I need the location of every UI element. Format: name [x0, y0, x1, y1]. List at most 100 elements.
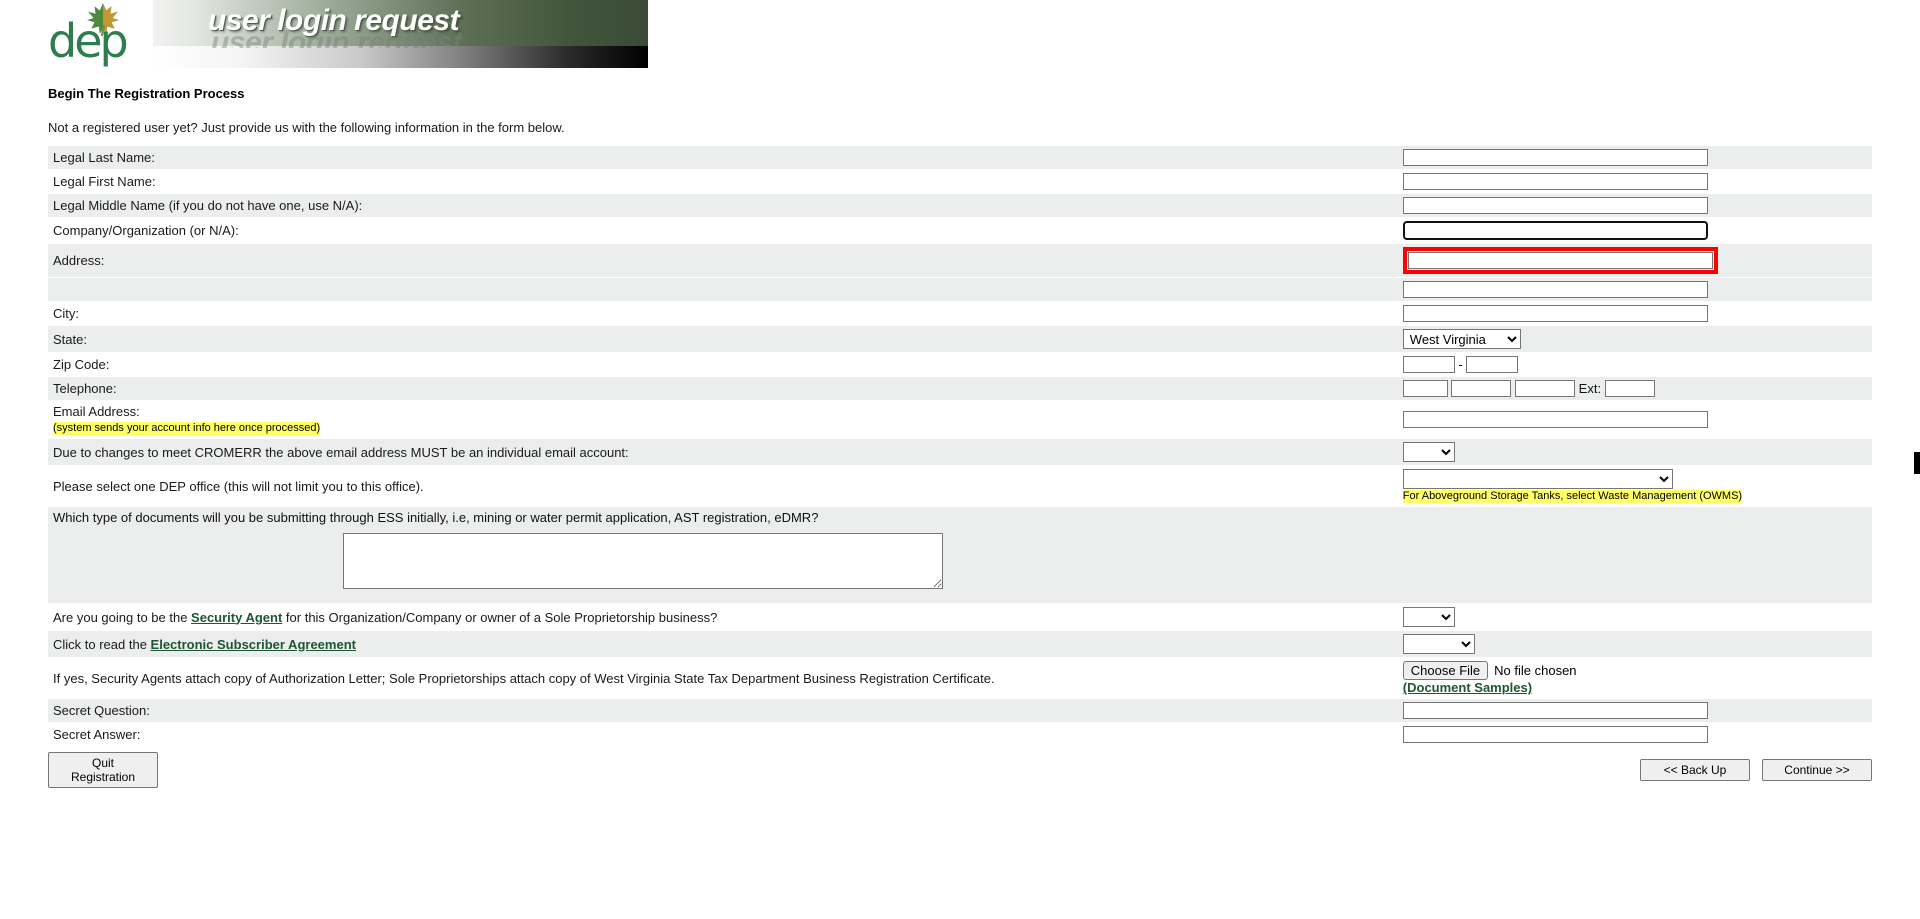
label-security-agent: Are you going to be the Security Agent f… — [48, 603, 1401, 631]
label-state: State: — [48, 325, 1401, 353]
security-agent-label-post: for this Organization/Company or owner o… — [282, 609, 718, 625]
cell-doc-types: Which type of documents will you be subm… — [48, 506, 1872, 604]
row-dep-office: Please select one DEP office (this will … — [48, 465, 1872, 507]
cell-address-line1 — [1400, 243, 1872, 278]
label-secret-answer: Secret Answer: — [48, 722, 1401, 747]
secret-answer-input[interactable] — [1402, 726, 1708, 743]
logo-wordmark: dep — [48, 14, 129, 68]
telephone-area-input[interactable] — [1402, 380, 1448, 397]
row-legal-first-name: Legal First Name: — [48, 169, 1872, 194]
address-highlight-box — [1402, 247, 1718, 274]
label-email: Email Address: (system sends your accoun… — [48, 400, 1401, 439]
row-doc-types: Which type of documents will you be subm… — [48, 506, 1872, 604]
email-label-text: Email Address: — [53, 404, 140, 419]
cromerr-select[interactable] — [1402, 442, 1455, 462]
cell-attachment: Choose File No file chosen (Document Sam… — [1400, 657, 1872, 699]
cell-city — [1400, 301, 1872, 326]
label-legal-last-name: Legal Last Name: — [48, 146, 1401, 170]
telephone-ext-label: Ext: — [1578, 381, 1602, 396]
row-telephone: Telephone: Ext: — [48, 376, 1872, 401]
state-select[interactable]: West Virginia — [1402, 329, 1521, 349]
site-banner: user login request user login request de… — [48, 0, 648, 70]
back-up-button[interactable]: << Back Up — [1640, 759, 1750, 781]
cell-legal-middle-name — [1400, 193, 1872, 218]
cell-cromerr — [1400, 438, 1872, 466]
telephone-prefix-input[interactable] — [1451, 380, 1512, 397]
doc-types-textarea-wrap — [53, 525, 1233, 600]
row-email: Email Address: (system sends your accoun… — [48, 400, 1872, 439]
row-legal-middle-name: Legal Middle Name (if you do not have on… — [48, 193, 1872, 218]
row-city: City: — [48, 301, 1872, 326]
esa-label-pre: Click to read the — [53, 636, 151, 652]
zip-plus4-input[interactable] — [1466, 356, 1519, 373]
telephone-ext-input[interactable] — [1604, 380, 1655, 397]
cell-address-line2 — [1400, 277, 1872, 302]
legal-middle-name-input[interactable] — [1402, 197, 1708, 214]
cell-telephone: Ext: — [1400, 376, 1872, 401]
legal-last-name-input[interactable] — [1402, 149, 1708, 166]
navigation-buttons: << Back Up Continue >> — [1640, 759, 1872, 781]
cell-secret-question — [1400, 698, 1872, 723]
viewport-edge-marker — [1914, 452, 1920, 474]
esa-select[interactable] — [1402, 634, 1475, 654]
legal-first-name-input[interactable] — [1402, 173, 1708, 190]
quit-registration-button[interactable]: Quit Registration — [48, 752, 158, 788]
cell-legal-last-name — [1400, 146, 1872, 170]
label-secret-question: Secret Question: — [48, 698, 1401, 723]
label-company: Company/Organization (or N/A): — [48, 217, 1401, 244]
row-security-agent: Are you going to be the Security Agent f… — [48, 603, 1872, 631]
label-esa: Click to read the Electronic Subscriber … — [48, 630, 1401, 658]
continue-button[interactable]: Continue >> — [1762, 759, 1872, 781]
dep-logo[interactable]: dep — [48, 2, 158, 68]
zip-separator: - — [1458, 357, 1463, 372]
cell-company — [1400, 217, 1872, 244]
zip-input[interactable] — [1402, 356, 1455, 373]
banner-gradient-dark — [153, 46, 648, 68]
doc-types-textarea[interactable] — [343, 533, 943, 589]
secret-question-input[interactable] — [1402, 702, 1708, 719]
cell-security-agent — [1400, 603, 1872, 631]
row-zip: Zip Code: - — [48, 352, 1872, 377]
city-input[interactable] — [1402, 305, 1708, 322]
security-agent-label-pre: Are you going to be the — [53, 609, 192, 625]
label-legal-middle-name: Legal Middle Name (if you do not have on… — [48, 193, 1401, 218]
intro-paragraph: Not a registered user yet? Just provide … — [48, 120, 565, 135]
esa-link[interactable]: Electronic Subscriber Agreement — [151, 637, 356, 652]
label-address: Address: — [48, 243, 1401, 278]
label-address-line2-empty — [48, 277, 1401, 302]
row-secret-question: Secret Question: — [48, 698, 1872, 723]
row-attachment: If yes, Security Agents attach copy of A… — [48, 657, 1872, 699]
label-doc-types: Which type of documents will you be subm… — [53, 510, 819, 525]
label-zip: Zip Code: — [48, 352, 1401, 377]
security-agent-link[interactable]: Security Agent — [191, 610, 282, 625]
row-company: Company/Organization (or N/A): — [48, 217, 1872, 244]
label-city: City: — [48, 301, 1401, 326]
choose-file-button[interactable]: Choose File — [1402, 661, 1489, 680]
row-address-line1: Address: — [48, 243, 1872, 278]
label-cromerr: Due to changes to meet CROMERR the above… — [48, 438, 1401, 466]
address-line2-input[interactable] — [1402, 281, 1708, 298]
cell-state: West Virginia — [1400, 325, 1872, 353]
label-dep-office: Please select one DEP office (this will … — [48, 465, 1401, 507]
row-secret-answer: Secret Answer: — [48, 722, 1872, 747]
cell-zip: - — [1400, 352, 1872, 377]
row-cromerr: Due to changes to meet CROMERR the above… — [48, 438, 1872, 466]
page-title: Begin The Registration Process — [48, 86, 245, 101]
cell-secret-answer — [1400, 722, 1872, 747]
row-esa: Click to read the Electronic Subscriber … — [48, 630, 1872, 658]
page-root: user login request user login request de… — [0, 0, 1920, 919]
security-agent-select[interactable] — [1402, 607, 1455, 627]
document-samples-link[interactable]: (Document Samples) — [1403, 680, 1532, 695]
label-attachment: If yes, Security Agents attach copy of A… — [48, 657, 1401, 699]
dep-office-select[interactable] — [1402, 469, 1673, 489]
email-note: (system sends your account info here onc… — [53, 422, 321, 435]
email-input[interactable] — [1402, 411, 1708, 428]
address-line1-input[interactable] — [1407, 252, 1713, 269]
cell-dep-office: For Aboveground Storage Tanks, select Wa… — [1400, 465, 1872, 507]
company-input[interactable] — [1401, 220, 1709, 241]
telephone-line-input[interactable] — [1515, 380, 1576, 397]
dep-office-note: For Aboveground Storage Tanks, select Wa… — [1402, 490, 1743, 503]
row-state: State: West Virginia — [48, 325, 1872, 353]
registration-form-table: Legal Last Name: Legal First Name: Legal… — [48, 146, 1872, 747]
file-upload-row: Choose File No file chosen — [1402, 661, 1872, 680]
